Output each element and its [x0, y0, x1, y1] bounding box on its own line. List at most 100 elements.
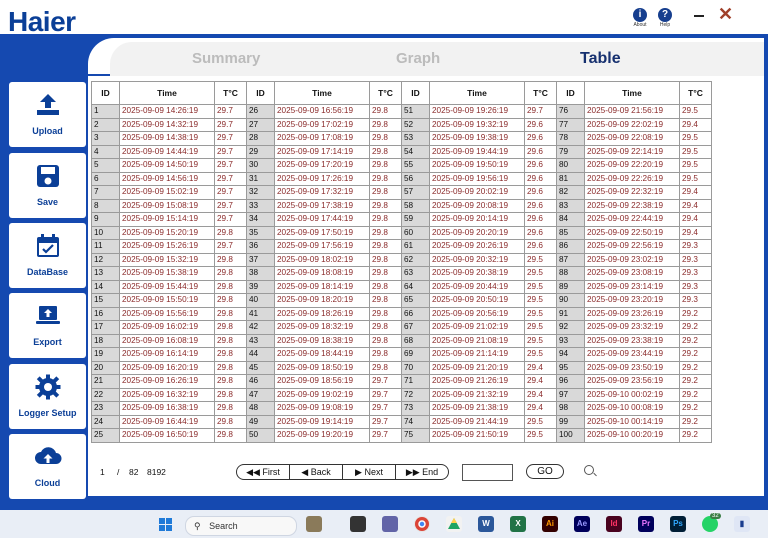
table-row[interactable]: 4 2025-09-09 14:44:19 29.7 29 2025-09-09 17:…	[91, 144, 712, 159]
cell-id: 42	[246, 320, 275, 335]
cell-id: 86	[556, 239, 585, 254]
cell-temp: 29.8	[214, 428, 247, 443]
table-row[interactable]: 23 2025-09-09 16:38:19 29.8 48 2025-09-09 19…	[91, 401, 712, 416]
tab-graph[interactable]: Graph	[396, 50, 440, 67]
table-row[interactable]: 1 2025-09-09 14:26:19 29.7 26 2025-09-09 16:…	[91, 104, 712, 119]
chrome-icon[interactable]	[414, 516, 430, 532]
about-icon[interactable]: i	[633, 8, 647, 22]
column-header-time[interactable]: Time	[119, 81, 215, 105]
windows-start-icon[interactable]	[159, 518, 173, 532]
search-icon[interactable]	[584, 465, 594, 475]
table-row[interactable]: 9 2025-09-09 15:14:19 29.7 34 2025-09-09 17:…	[91, 212, 712, 227]
table-row[interactable]: 12 2025-09-09 15:32:19 29.8 37 2025-09-09 18…	[91, 252, 712, 267]
sidebar-item-logger-setup[interactable]: Logger Setup	[9, 364, 86, 429]
sidebar-item-save[interactable]: Save	[9, 153, 86, 218]
first-page-button[interactable]: ◀◀ First	[236, 464, 290, 480]
help-icon[interactable]: ?	[658, 8, 672, 22]
table-row[interactable]: 13 2025-09-09 15:38:19 29.8 38 2025-09-09 18…	[91, 266, 712, 281]
weather-widget-icon[interactable]	[306, 516, 322, 532]
table-row[interactable]: 2 2025-09-09 14:32:19 29.7 27 2025-09-09 17:…	[91, 117, 712, 132]
cell-time: 2025-09-09 18:50:19	[274, 360, 370, 375]
cell-time: 2025-09-09 18:20:19	[274, 293, 370, 308]
minimize-icon[interactable]	[694, 15, 704, 17]
end-page-label: End	[422, 467, 439, 477]
column-header-temp[interactable]: T°C	[369, 81, 402, 105]
after-effects-icon[interactable]: Ae	[574, 516, 590, 532]
table-row[interactable]: 25 2025-09-09 16:50:19 29.8 50 2025-09-09 19…	[91, 428, 712, 443]
taskbar-search[interactable]: ⚲ Search	[185, 516, 297, 536]
cell-temp: 29.8	[369, 360, 402, 375]
cell-id: 92	[556, 320, 585, 335]
column-header-id[interactable]: ID	[556, 81, 585, 105]
table-row[interactable]: 15 2025-09-09 15:50:19 29.8 40 2025-09-09 18…	[91, 293, 712, 308]
table-row[interactable]: 22 2025-09-09 16:32:19 29.8 47 2025-09-09 19…	[91, 387, 712, 402]
cell-id: 23	[91, 401, 120, 416]
table-row[interactable]: 18 2025-09-09 16:08:19 29.8 43 2025-09-09 18…	[91, 333, 712, 348]
teams-icon[interactable]	[382, 516, 398, 532]
table-row[interactable]: 19 2025-09-09 16:14:19 29.8 44 2025-09-09 18…	[91, 347, 712, 362]
table-row[interactable]: 17 2025-09-09 16:02:19 29.8 42 2025-09-09 18…	[91, 320, 712, 335]
table-row[interactable]: 3 2025-09-09 14:38:19 29.7 28 2025-09-09 17:…	[91, 131, 712, 146]
cell-temp: 29.8	[369, 279, 402, 294]
table-row[interactable]: 10 2025-09-09 15:20:19 29.8 35 2025-09-09 17…	[91, 225, 712, 240]
photoshop-icon[interactable]: Ps	[670, 516, 686, 532]
table-row[interactable]: 21 2025-09-09 16:26:19 29.8 46 2025-09-09 18…	[91, 374, 712, 389]
table-row[interactable]: 14 2025-09-09 15:44:19 29.8 39 2025-09-09 18…	[91, 279, 712, 294]
column-header-temp[interactable]: T°C	[214, 81, 247, 105]
cell-temp: 29.8	[214, 347, 247, 362]
end-page-button[interactable]: ▶▶ End	[395, 464, 449, 480]
column-header-time[interactable]: Time	[274, 81, 370, 105]
cell-temp: 29.2	[679, 374, 712, 389]
google-drive-icon[interactable]	[446, 516, 462, 532]
cell-id: 40	[246, 293, 275, 308]
table-row[interactable]: 5 2025-09-09 14:50:19 29.7 30 2025-09-09 17:…	[91, 158, 712, 173]
sidebar-item-upload[interactable]: Upload	[9, 82, 86, 147]
cell-temp: 29.5	[679, 171, 712, 186]
task-view-icon[interactable]	[350, 516, 366, 532]
back-page-button[interactable]: ◀ Back	[289, 464, 343, 480]
sidebar-item-export[interactable]: Export	[9, 293, 86, 358]
page-number-input[interactable]	[462, 464, 513, 481]
column-header-id[interactable]: ID	[91, 81, 120, 105]
column-header-id[interactable]: ID	[401, 81, 430, 105]
tab-summary[interactable]: Summary	[192, 50, 260, 67]
cell-temp: 29.7	[369, 387, 402, 402]
table-row[interactable]: 7 2025-09-09 15:02:19 29.7 32 2025-09-09 17:…	[91, 185, 712, 200]
cell-temp: 29.3	[679, 293, 712, 308]
cell-id: 85	[556, 225, 585, 240]
excel-icon[interactable]: X	[510, 516, 526, 532]
cell-id: 10	[91, 225, 120, 240]
cell-id: 67	[401, 320, 430, 335]
sidebar-item-database[interactable]: DataBase	[9, 223, 86, 288]
next-page-button[interactable]: ▶ Next	[342, 464, 396, 480]
cell-temp: 29.8	[369, 347, 402, 362]
close-icon[interactable]: ✕	[718, 4, 733, 25]
cell-id: 56	[401, 171, 430, 186]
column-header-time[interactable]: Time	[429, 81, 525, 105]
cell-id: 44	[246, 347, 275, 362]
sidebar-item-cloud[interactable]: Cloud	[9, 434, 86, 499]
column-header-temp[interactable]: T°C	[524, 81, 557, 105]
column-header-temp[interactable]: T°C	[679, 81, 712, 105]
table-row[interactable]: 8 2025-09-09 15:08:19 29.7 33 2025-09-09 17:…	[91, 198, 712, 213]
table-row[interactable]: 20 2025-09-09 16:20:19 29.8 45 2025-09-09 18…	[91, 360, 712, 375]
cell-temp: 29.5	[524, 306, 557, 321]
table-row[interactable]: 11 2025-09-09 15:26:19 29.7 36 2025-09-09 17…	[91, 239, 712, 254]
shield-app-icon[interactable]: ▮	[734, 516, 750, 532]
cell-time: 2025-09-09 16:50:19	[119, 428, 215, 443]
cell-time: 2025-09-10 00:14:19	[584, 414, 680, 429]
column-header-id[interactable]: ID	[246, 81, 275, 105]
table-row[interactable]: 16 2025-09-09 15:56:19 29.8 41 2025-09-09 18…	[91, 306, 712, 321]
word-icon[interactable]: W	[478, 516, 494, 532]
table-row[interactable]: 6 2025-09-09 14:56:19 29.7 31 2025-09-09 17:…	[91, 171, 712, 186]
illustrator-icon[interactable]: Ai	[542, 516, 558, 532]
cell-temp: 29.7	[214, 198, 247, 213]
cell-time: 2025-09-09 14:50:19	[119, 158, 215, 173]
premiere-icon[interactable]: Pr	[638, 516, 654, 532]
column-header-time[interactable]: Time	[584, 81, 680, 105]
tab-table[interactable]: Table	[580, 50, 621, 68]
table-row[interactable]: 24 2025-09-09 16:44:19 29.8 49 2025-09-09 19…	[91, 414, 712, 429]
go-button[interactable]: GO	[526, 464, 564, 479]
cell-time: 2025-09-09 17:02:19	[274, 117, 370, 132]
indesign-icon[interactable]: Id	[606, 516, 622, 532]
